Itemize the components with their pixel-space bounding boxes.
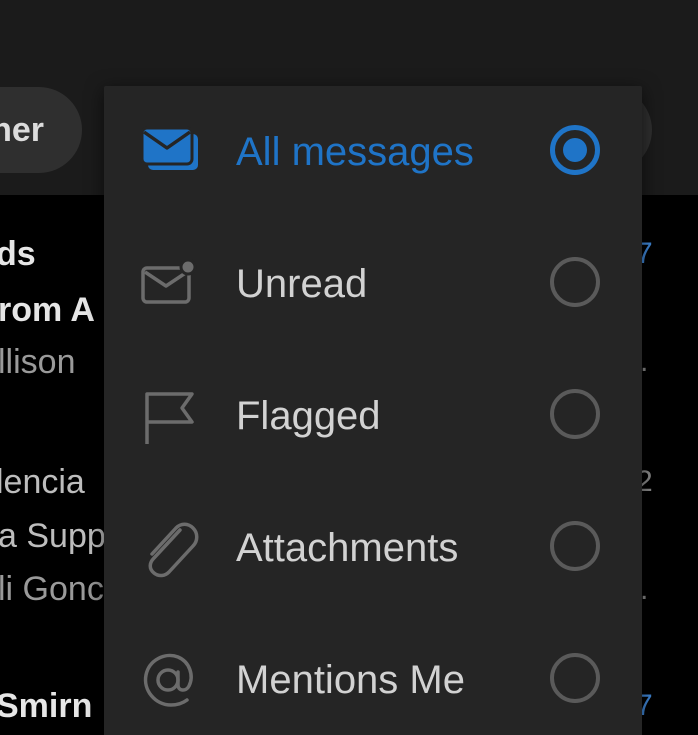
radio-selected[interactable] bbox=[550, 125, 600, 175]
unread-envelope-icon bbox=[138, 254, 202, 314]
menu-item-unread[interactable]: Unread bbox=[104, 218, 642, 350]
filter-chip-label: ner bbox=[0, 111, 44, 149]
radio-unselected[interactable] bbox=[550, 653, 600, 703]
menu-item-all-messages[interactable]: All messages bbox=[104, 86, 642, 218]
radio-unselected[interactable] bbox=[550, 389, 600, 439]
email-sender[interactable]: ds bbox=[0, 235, 36, 274]
menu-item-label: Mentions Me bbox=[236, 658, 465, 702]
radio-unselected[interactable] bbox=[550, 257, 600, 307]
screen: ner ds 7 rom A llison . lencia 2 a Supp … bbox=[0, 0, 698, 735]
menu-item-flagged[interactable]: Flagged bbox=[104, 350, 642, 482]
menu-item-label: Flagged bbox=[236, 394, 381, 438]
email-preview[interactable]: li Gonc bbox=[0, 570, 104, 609]
radio-unselected[interactable] bbox=[550, 521, 600, 571]
filter-menu: All messages Unread Flagged Attachments … bbox=[104, 86, 642, 735]
email-sender[interactable]: lencia bbox=[0, 463, 85, 502]
menu-item-attachments[interactable]: Attachments bbox=[104, 482, 642, 614]
envelope-stack-icon bbox=[138, 122, 202, 182]
menu-item-label: Unread bbox=[236, 262, 368, 306]
menu-item-label: All messages bbox=[236, 130, 474, 174]
email-preview[interactable]: llison bbox=[0, 343, 75, 382]
flag-icon bbox=[138, 386, 202, 446]
menu-item-mentions-me[interactable]: Mentions Me bbox=[104, 614, 642, 735]
email-sender[interactable]: Smirn bbox=[0, 687, 92, 726]
paperclip-icon bbox=[138, 518, 202, 578]
email-subject[interactable]: rom A bbox=[0, 291, 95, 330]
filter-chip[interactable]: ner bbox=[0, 87, 82, 173]
email-subject[interactable]: a Supp bbox=[0, 517, 106, 556]
at-sign-icon bbox=[138, 650, 202, 710]
menu-item-label: Attachments bbox=[236, 526, 459, 570]
